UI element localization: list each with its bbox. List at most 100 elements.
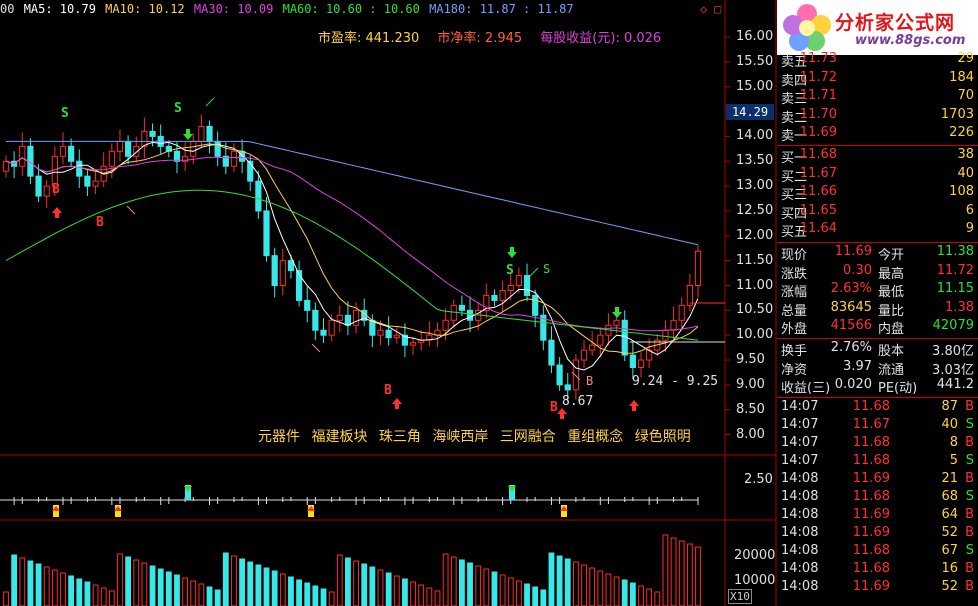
price-tick-label: 12.50 [736,202,774,218]
order-book-row: 买一 11.68 38 [777,147,978,166]
concept-tag[interactable]: 重组概念 [567,429,623,445]
volume-bar [540,589,547,606]
order-price: 11.70 [799,106,837,122]
volume-bar [638,585,644,606]
volume-bar [296,579,302,606]
divider [777,338,978,339]
volume-bar [564,558,571,606]
tick-row: 14:07 11.68 5 S [777,453,978,471]
volume-bar [426,587,433,606]
concept-tag[interactable]: 珠三角 [379,429,421,445]
volume-bar [279,573,286,606]
divider [777,242,978,243]
price-tick-label: 10.50 [736,302,774,318]
quote-row: 净资 3.97 流通 3.03亿 [777,359,978,378]
volume-bar [686,543,693,606]
candle-body [68,145,75,162]
order-volume: 108 [949,184,974,200]
order-volume: 184 [949,69,974,85]
volume-bar [467,562,473,606]
candle-body [499,289,506,301]
candle-body [442,319,449,331]
concept-tag[interactable]: 三网融合 [500,429,556,445]
pb-ratio: 市净率: 2.945 [437,31,523,46]
candle-body [629,354,636,369]
buy-signal: B [96,215,104,230]
candle-body [247,160,254,182]
volume-bar [231,555,237,606]
logo-url: www.88gs.com [855,33,966,48]
volume-bar [51,569,58,606]
quote-key: 现价 [781,248,808,263]
candle-body [35,175,42,197]
candle-body [409,342,417,346]
candle-body [515,275,522,286]
tick-price: 11.68 [852,543,890,558]
tick-row: 14:08 11.68 68 S [777,489,978,507]
price-tick-label: 12.00 [736,227,774,243]
order-book-row: 买四 11.65 6 [777,203,978,222]
order-book-row: 卖三 11.71 70 [777,88,978,107]
price-tick-label: 14.00 [736,128,774,144]
quote-value: 83645 [830,299,872,315]
concept-tag[interactable]: 绿色照明 [635,429,691,445]
candle-body [507,285,514,291]
concept-tag[interactable]: 福建板块 [311,429,367,445]
candle-body [304,299,311,311]
order-book-row: 卖二 11.70 1703 [777,106,978,126]
volume-bar [353,560,359,606]
volume-bar [605,573,612,606]
volume-bar [589,567,596,606]
tick-direction: B [965,579,974,594]
volume-bar [613,576,620,606]
tick-time: 14:08 [781,471,819,486]
pointer-arrow-icon [529,267,539,277]
volume-bar [60,572,66,606]
sell-arrow-icon [183,129,193,140]
buy-signal: B [384,383,392,398]
tick-price: 11.68 [852,435,890,450]
chart-close-icon[interactable]: □ [714,2,721,16]
candle-body [572,359,579,391]
volume-bar [629,582,636,606]
concept-tag[interactable]: 海峡西岸 [432,429,488,445]
volume-bar [524,583,530,606]
quote-key: 涨幅 [781,285,808,301]
volume-bar [100,587,107,606]
buy-arrow-icon [52,207,62,218]
candle-body [214,140,221,157]
tick-time: 14:08 [781,525,819,540]
order-price: 11.69 [799,125,837,141]
volume-bar [515,580,522,606]
volume-bar [442,553,449,606]
volume-bar [157,568,164,606]
concept-tag[interactable]: 元器件 [258,429,300,445]
site-logo[interactable]: 分析家公式网 www.88gs.com [777,0,978,55]
current-price-tag: 14.29 [726,104,774,120]
order-volume: 29 [957,51,974,66]
chart-menu-icon[interactable]: ◇ [700,2,707,16]
quote-value: 42079 [932,318,974,334]
volume-bar [3,591,9,606]
pointer-arrow-icon [205,97,215,107]
candle-body [637,359,645,369]
tick-time: 14:08 [781,507,819,522]
candle-body [271,255,278,286]
volume-bar [483,568,490,606]
quote-key: 净资 [781,362,808,378]
valuation-line: 市盈率: 441.230 市净率: 2.945 每股收益(元): 0.026 [318,27,661,46]
candle-body [59,145,67,157]
volume-bar [263,567,270,606]
quote-key: 今开 [878,248,905,263]
tick-row: 14:08 11.69 52 B [777,525,978,543]
quote-key: 最高 [878,266,905,282]
quote-row: 外盘 41566 内盘 42079 [777,318,978,337]
candle-body [556,364,563,386]
quote-key: 最低 [878,285,905,301]
order-volume: 40 [957,165,974,181]
candle-body [116,140,124,152]
candle-body [385,329,392,339]
candle-body [43,185,50,197]
tick-time: 14:07 [781,453,819,468]
candle-body [108,150,115,167]
